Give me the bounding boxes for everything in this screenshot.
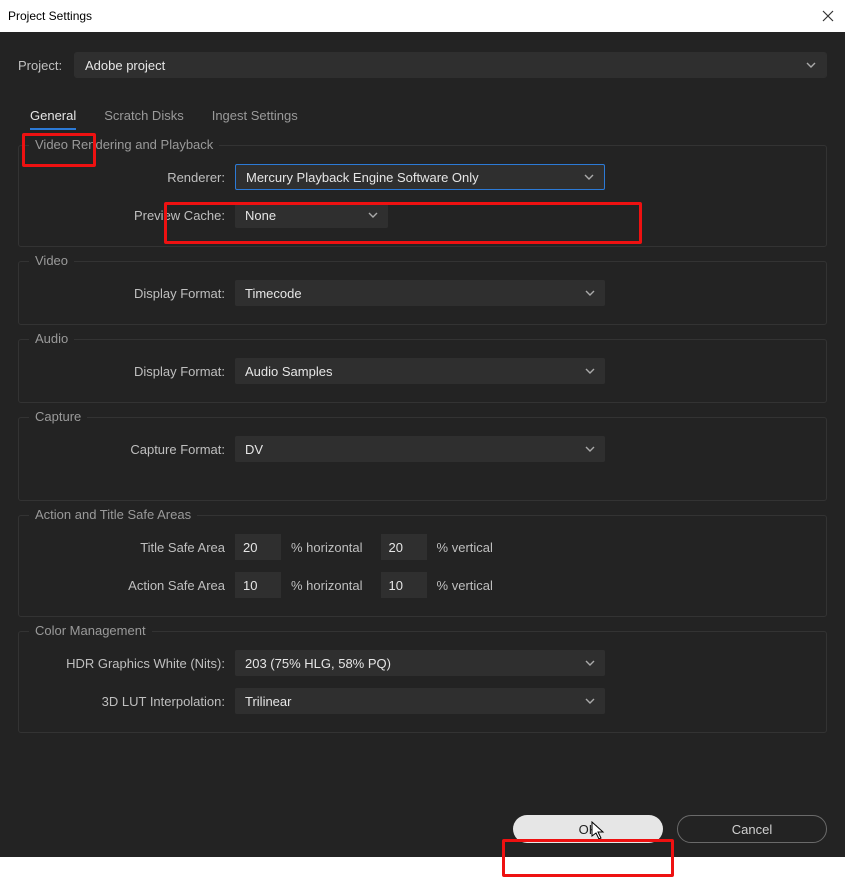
video-display-format-label: Display Format: — [35, 286, 235, 301]
pct-vertical-label: % vertical — [437, 540, 493, 555]
tab-scratch-disks[interactable]: Scratch Disks — [104, 104, 183, 127]
title-safe-h-input[interactable] — [235, 534, 281, 560]
group-color-management: Color Management HDR Graphics White (Nit… — [18, 631, 827, 733]
chevron-down-icon — [585, 658, 595, 668]
group-title-video: Video — [29, 253, 74, 268]
project-row: Project: Adobe project — [18, 52, 827, 78]
video-display-format-value: Timecode — [245, 286, 302, 301]
tab-ingest-settings[interactable]: Ingest Settings — [212, 104, 298, 127]
title-safe-label: Title Safe Area — [35, 540, 235, 555]
hdr-white-value: 203 (75% HLG, 58% PQ) — [245, 656, 391, 671]
titlebar: Project Settings — [0, 0, 845, 32]
chevron-down-icon — [585, 366, 595, 376]
audio-display-format-value: Audio Samples — [245, 364, 332, 379]
hdr-white-dropdown[interactable]: 203 (75% HLG, 58% PQ) — [235, 650, 605, 676]
action-safe-v-input[interactable] — [381, 572, 427, 598]
pct-horizontal-label: % horizontal — [291, 540, 363, 555]
group-title-capture: Capture — [29, 409, 87, 424]
ok-button-label: OK — [579, 822, 598, 837]
project-settings-window: Project Settings Project: Adobe project … — [0, 0, 845, 857]
project-name-value: Adobe project — [85, 58, 165, 73]
chevron-down-icon — [585, 444, 595, 454]
title-safe-v-input[interactable] — [381, 534, 427, 560]
highlight-annotation — [502, 839, 674, 877]
chevron-down-icon — [584, 172, 594, 182]
renderer-value: Mercury Playback Engine Software Only — [246, 170, 479, 185]
group-capture: Capture Capture Format: DV — [18, 417, 827, 501]
group-title-audio: Audio — [29, 331, 74, 346]
group-video: Video Display Format: Timecode — [18, 261, 827, 325]
lut-interpolation-value: Trilinear — [245, 694, 291, 709]
chevron-down-icon — [368, 210, 378, 220]
capture-format-value: DV — [245, 442, 263, 457]
group-video-rendering: Video Rendering and Playback Renderer: M… — [18, 145, 827, 247]
chevron-down-icon — [585, 288, 595, 298]
cancel-button-label: Cancel — [732, 822, 772, 837]
capture-format-label: Capture Format: — [35, 442, 235, 457]
preview-cache-label: Preview Cache: — [35, 208, 235, 223]
preview-cache-dropdown[interactable]: None — [235, 202, 388, 228]
project-label: Project: — [18, 58, 64, 73]
project-name-dropdown[interactable]: Adobe project — [74, 52, 827, 78]
close-icon[interactable] — [821, 9, 835, 23]
action-safe-h-input[interactable] — [235, 572, 281, 598]
group-title-color-management: Color Management — [29, 623, 152, 638]
pct-horizontal-label: % horizontal — [291, 578, 363, 593]
video-display-format-dropdown[interactable]: Timecode — [235, 280, 605, 306]
tabs: General Scratch Disks Ingest Settings — [18, 104, 827, 127]
hdr-white-label: HDR Graphics White (Nits): — [35, 656, 235, 671]
group-title-safe-areas: Action and Title Safe Areas — [29, 507, 197, 522]
renderer-dropdown[interactable]: Mercury Playback Engine Software Only — [235, 164, 605, 190]
lut-interpolation-dropdown[interactable]: Trilinear — [235, 688, 605, 714]
capture-format-dropdown[interactable]: DV — [235, 436, 605, 462]
preview-cache-value: None — [245, 208, 276, 223]
pct-vertical-label: % vertical — [437, 578, 493, 593]
window-title: Project Settings — [8, 9, 92, 23]
ok-button[interactable]: OK — [513, 815, 663, 843]
tab-general[interactable]: General — [30, 104, 76, 127]
dialog-footer: OK Cancel — [18, 815, 827, 843]
renderer-label: Renderer: — [35, 170, 235, 185]
action-safe-label: Action Safe Area — [35, 578, 235, 593]
dialog-content: Project: Adobe project General Scratch D… — [0, 32, 845, 857]
cancel-button[interactable]: Cancel — [677, 815, 827, 843]
group-audio: Audio Display Format: Audio Samples — [18, 339, 827, 403]
lut-interpolation-label: 3D LUT Interpolation: — [35, 694, 235, 709]
group-safe-areas: Action and Title Safe Areas Title Safe A… — [18, 515, 827, 617]
audio-display-format-label: Display Format: — [35, 364, 235, 379]
group-title-video-rendering: Video Rendering and Playback — [29, 137, 219, 152]
chevron-down-icon — [585, 696, 595, 706]
audio-display-format-dropdown[interactable]: Audio Samples — [235, 358, 605, 384]
chevron-down-icon — [806, 60, 816, 70]
